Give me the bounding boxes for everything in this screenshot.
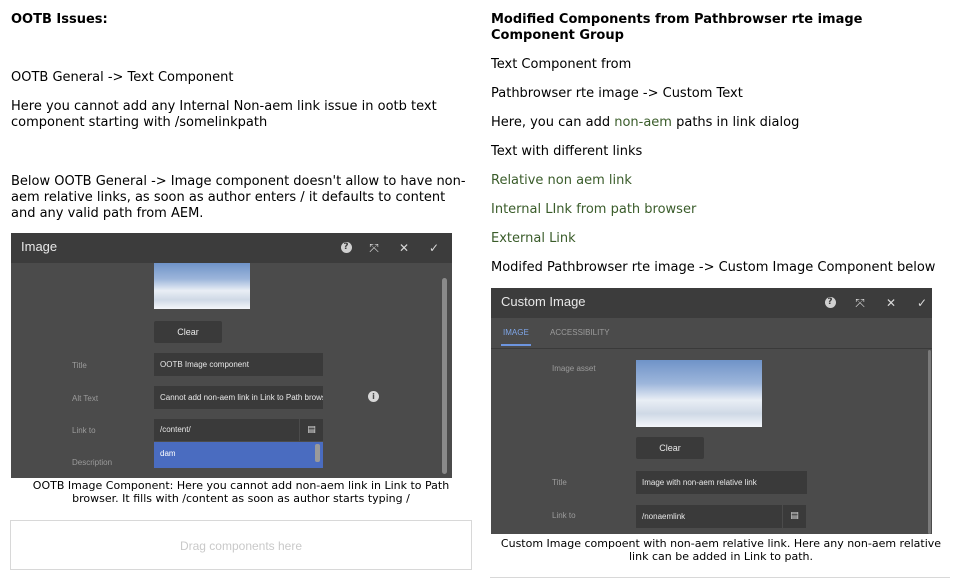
suggestion-scrollbar[interactable] bbox=[315, 444, 320, 462]
tab-image[interactable]: IMAGE bbox=[503, 328, 529, 337]
left-caption: OOTB Image Component: Here you cannot ad… bbox=[32, 479, 450, 505]
dialog-scrollbar[interactable] bbox=[928, 350, 931, 534]
external-link[interactable]: External Link bbox=[491, 231, 576, 247]
autocomplete-suggestion[interactable]: dam bbox=[154, 442, 323, 468]
alt-text-field[interactable]: Cannot add non-aem link in Link to Path … bbox=[154, 386, 323, 409]
dialog-scrollbar[interactable] bbox=[442, 278, 447, 474]
divider bbox=[490, 577, 950, 578]
fullscreen-icon[interactable]: ⤧ bbox=[366, 240, 382, 256]
internal-link[interactable]: Internal LInk from path browser bbox=[491, 202, 696, 218]
left-paragraph-1: Here you cannot add any Internal Non-aem… bbox=[11, 99, 437, 130]
clear-button[interactable]: Clear bbox=[154, 321, 222, 343]
help-icon[interactable]: ? bbox=[338, 240, 354, 256]
image-preview bbox=[154, 263, 250, 309]
left-paragraph-2: Below OOTB General -> Image component do… bbox=[11, 174, 466, 221]
folder-browse-icon[interactable]: ▤ bbox=[783, 505, 806, 528]
check-icon[interactable]: ✓ bbox=[426, 240, 442, 256]
dialog-header: Custom Image ? ⤧ ✕ ✓ bbox=[491, 288, 932, 318]
right-heading: Modified Components from Pathbrowser rte… bbox=[491, 12, 863, 43]
folder-browse-icon[interactable]: ▤ bbox=[300, 419, 323, 441]
right-line-1: Text Component from bbox=[491, 57, 632, 72]
fullscreen-icon[interactable]: ⤧ bbox=[852, 295, 868, 311]
alt-text-label: Alt Text bbox=[72, 394, 99, 403]
info-icon[interactable]: i bbox=[368, 391, 379, 402]
title-field[interactable]: Image with non-aem relative link bbox=[636, 471, 807, 494]
check-icon[interactable]: ✓ bbox=[914, 295, 930, 311]
ootb-image-dialog: Image ? ⤧ ✕ ✓ Clear Title OOTB Image com… bbox=[11, 233, 452, 478]
tab-accessibility[interactable]: ACCESSIBILITY bbox=[550, 328, 610, 337]
clear-button[interactable]: Clear bbox=[636, 437, 704, 459]
non-aem-highlight: non-aem bbox=[614, 115, 672, 130]
left-heading: OOTB Issues: bbox=[11, 12, 108, 27]
image-asset-label: Image asset bbox=[552, 364, 596, 373]
title-label: Title bbox=[72, 361, 87, 370]
right-line-2: Pathbrowser rte image -> Custom Text bbox=[491, 86, 743, 101]
close-icon[interactable]: ✕ bbox=[396, 240, 412, 256]
drag-components-dropzone[interactable]: Drag components here bbox=[10, 520, 472, 570]
link-to-field[interactable]: /nonaemlink bbox=[636, 505, 782, 528]
right-line-3: Here, you can add non-aem paths in link … bbox=[491, 115, 799, 131]
right-line-3-prefix: Here, you can add bbox=[491, 115, 615, 130]
close-icon[interactable]: ✕ bbox=[883, 295, 899, 311]
title-label: Title bbox=[552, 478, 567, 487]
dialog-tabs: IMAGE ACCESSIBILITY bbox=[491, 318, 932, 349]
help-icon[interactable]: ? bbox=[822, 295, 838, 311]
link-to-field[interactable]: /content/ bbox=[154, 419, 299, 441]
left-text-component-line: OOTB General -> Text Component bbox=[11, 70, 234, 85]
link-to-label: Link to bbox=[552, 511, 576, 520]
right-caption: Custom Image compoent with non-aem relat… bbox=[500, 537, 942, 563]
active-tab-indicator bbox=[501, 344, 531, 346]
image-asset-preview[interactable] bbox=[636, 360, 762, 427]
dialog-title: Image bbox=[21, 239, 58, 254]
relative-non-aem-link[interactable]: Relative non aem link bbox=[491, 173, 632, 189]
right-line-5: Modifed Pathbrowser rte image -> Custom … bbox=[491, 260, 936, 275]
right-line-4: Text with different links bbox=[491, 144, 643, 159]
dialog-header: Image ? ⤧ ✕ ✓ bbox=[11, 233, 452, 263]
right-line-3-suffix: paths in link dialog bbox=[671, 115, 800, 130]
title-field[interactable]: OOTB Image component bbox=[154, 353, 323, 376]
link-to-label: Link to bbox=[72, 426, 96, 435]
description-label: Description bbox=[72, 458, 113, 467]
custom-image-dialog: Custom Image ? ⤧ ✕ ✓ IMAGE ACCESSIBILITY… bbox=[491, 288, 932, 534]
dialog-title: Custom Image bbox=[501, 294, 586, 309]
